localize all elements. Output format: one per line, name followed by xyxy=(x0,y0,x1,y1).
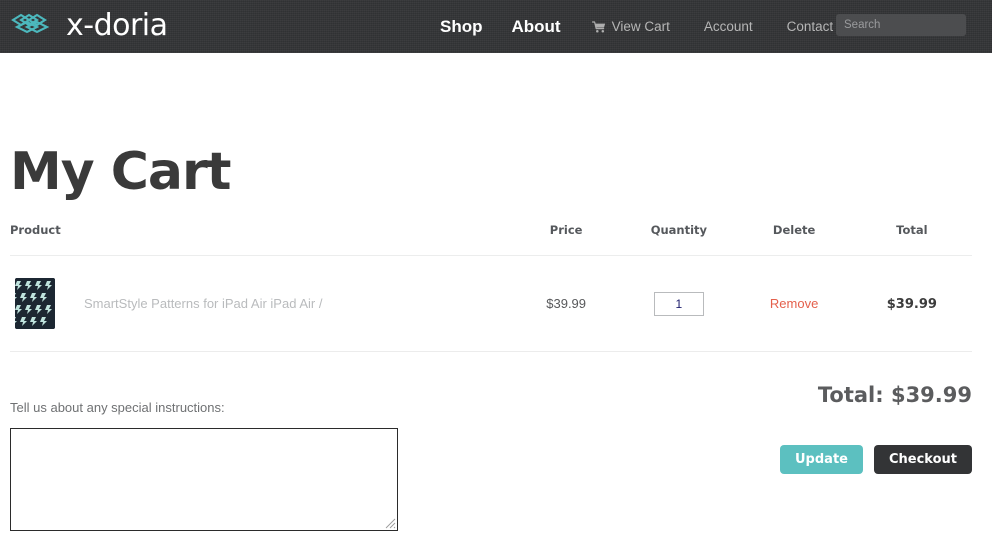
brand-wordmark: x-doria xyxy=(66,8,168,43)
cart-table-header-row: Product Price Quantity Delete Total xyxy=(10,223,972,256)
nav-item-view-cart[interactable]: View Cart xyxy=(591,19,670,34)
nav-item-contact[interactable]: Contact xyxy=(787,19,834,34)
special-instructions-label: Tell us about any special instructions: xyxy=(10,400,225,415)
cart-item-product-cell: SmartStyle Patterns for iPad Air iPad Ai… xyxy=(10,255,512,352)
nav-item-account[interactable]: Account xyxy=(704,19,753,34)
cart-action-buttons: Update Checkout xyxy=(780,445,972,474)
search-input[interactable] xyxy=(844,15,992,35)
ipad-case-pattern-thumbnail-icon[interactable] xyxy=(15,278,55,329)
cart-item-name[interactable]: SmartStyle Patterns for iPad Air iPad Ai… xyxy=(84,296,322,311)
remove-item-link[interactable]: Remove xyxy=(770,296,818,311)
page-title: My Cart xyxy=(10,142,231,202)
cart-grand-total: Total: $39.99 xyxy=(817,383,972,407)
cart-item-delete-cell: Remove xyxy=(736,255,852,352)
special-instructions-textarea[interactable] xyxy=(10,428,398,531)
column-header-price: Price xyxy=(511,223,622,256)
cart-item-price-cell: $39.99 xyxy=(511,255,622,352)
cart-item-quantity-cell xyxy=(621,255,737,352)
cart-table: Product Price Quantity Delete Total Smar… xyxy=(10,223,972,352)
cart-item-price: $39.99 xyxy=(546,295,587,311)
site-header: x-doria Shop About View Cart Account Con… xyxy=(0,0,992,53)
cart-item-total-cell: $39.99 xyxy=(851,255,972,352)
x-doria-chevrons-logo-icon xyxy=(11,12,59,41)
quantity-input[interactable] xyxy=(653,291,704,316)
shopping-cart-icon xyxy=(591,20,606,33)
nav-item-view-cart-label: View Cart xyxy=(611,19,670,34)
column-header-total: Total xyxy=(851,223,972,256)
checkout-button[interactable]: Checkout xyxy=(873,445,972,474)
cart-item-total: $39.99 xyxy=(886,296,937,312)
column-header-product: Product xyxy=(10,223,512,256)
search-box[interactable] xyxy=(836,14,992,36)
table-row: SmartStyle Patterns for iPad Air iPad Ai… xyxy=(10,255,972,352)
update-cart-button[interactable]: Update xyxy=(780,445,863,474)
nav-item-shop[interactable]: Shop xyxy=(440,17,483,37)
column-header-delete: Delete xyxy=(736,223,852,256)
column-header-quantity: Quantity xyxy=(621,223,737,256)
brand-logo[interactable]: x-doria xyxy=(11,9,168,43)
main-navigation: Shop About View Cart Account Contact xyxy=(440,0,833,53)
nav-item-about[interactable]: About xyxy=(512,17,561,37)
